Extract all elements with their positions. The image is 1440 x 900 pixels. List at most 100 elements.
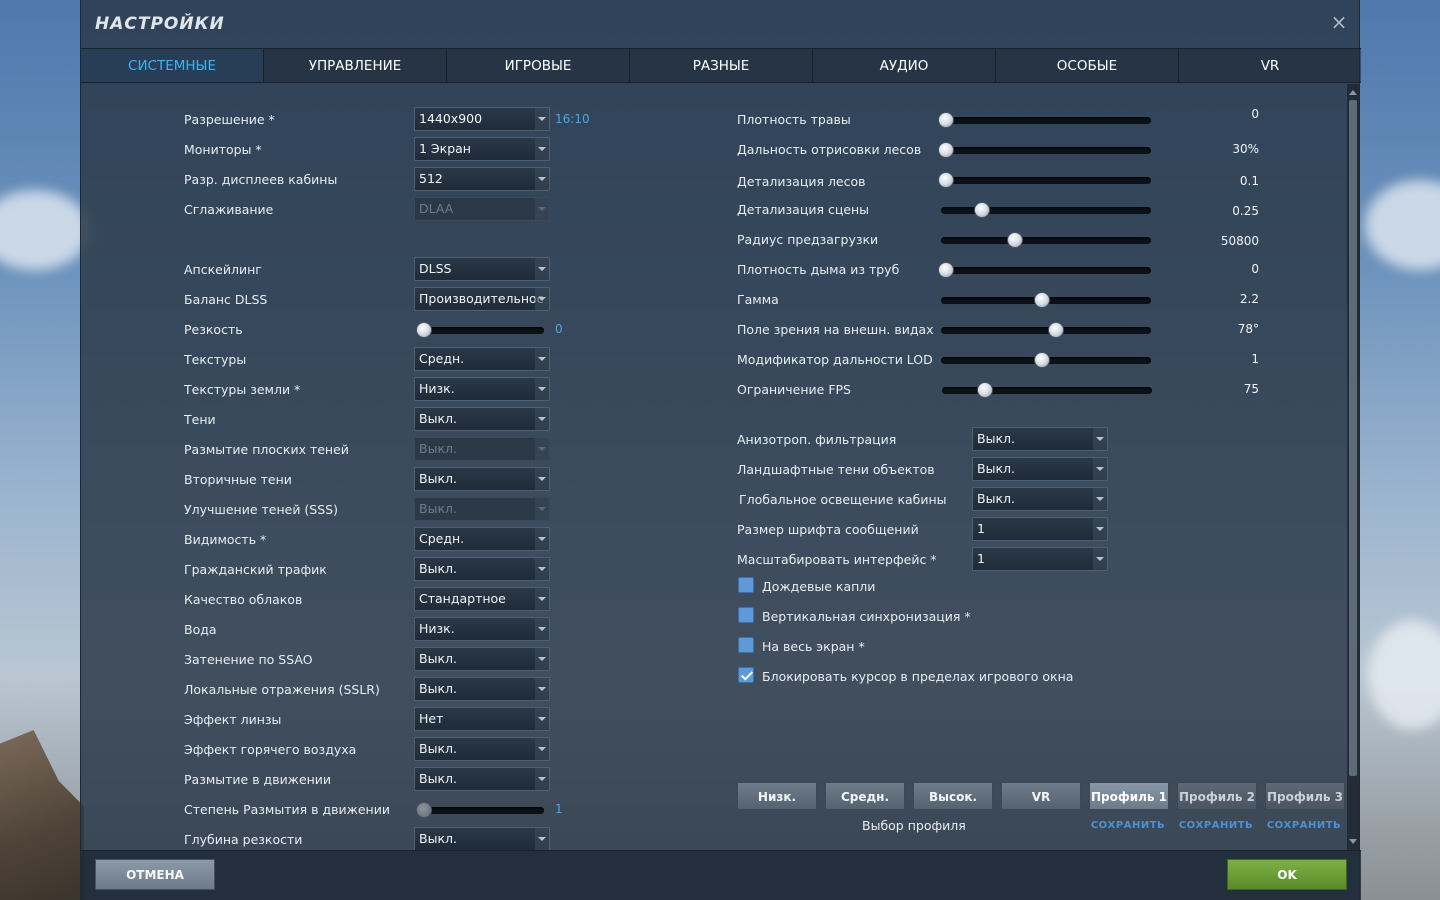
chevron-down-icon xyxy=(535,588,549,610)
slider-thumb[interactable] xyxy=(416,322,432,338)
secondary-shadows-dropdown[interactable]: Выкл. xyxy=(414,467,550,491)
upscaling-dropdown[interactable]: DLSS xyxy=(414,257,550,281)
tab-special[interactable]: ОСОБЫЕ xyxy=(996,49,1179,82)
tab-misc[interactable]: РАЗНЫЕ xyxy=(630,49,813,82)
forest-detail-slider[interactable] xyxy=(938,172,1151,188)
scrollbar-thumb[interactable] xyxy=(1349,100,1357,776)
cancel-button[interactable]: ОТМЕНА xyxy=(95,859,215,890)
ok-button[interactable]: OK xyxy=(1227,859,1347,890)
shadows-label: Тени xyxy=(184,412,216,427)
preset-vr-button[interactable]: VR xyxy=(1001,782,1081,810)
anisotropic-dropdown[interactable]: Выкл. xyxy=(972,427,1108,451)
clouds-dropdown[interactable]: Стандартное xyxy=(414,587,550,611)
lock-cursor-checkbox[interactable] xyxy=(738,667,754,683)
chimney-smoke-slider[interactable] xyxy=(938,262,1151,278)
profile-2-save-link[interactable]: СОХРАНИТЬ xyxy=(1176,820,1256,831)
lod-modifier-slider[interactable] xyxy=(941,352,1151,368)
forest-distance-slider[interactable] xyxy=(938,142,1151,158)
sslr-dropdown[interactable]: Выкл. xyxy=(414,677,550,701)
preset-low-button[interactable]: Низк. xyxy=(737,782,817,810)
sharpness-label: Резкость xyxy=(184,322,243,337)
slider-thumb[interactable] xyxy=(938,112,954,128)
rain-drops-checkbox[interactable] xyxy=(738,577,754,593)
upscaling-label: Апскейлинг xyxy=(184,262,262,277)
slider-thumb[interactable] xyxy=(974,202,990,218)
fov-value: 78° xyxy=(1237,322,1259,336)
slider-thumb[interactable] xyxy=(938,262,954,278)
sharpness-slider[interactable] xyxy=(416,322,544,338)
forest-detail-value: 0.1 xyxy=(1239,174,1259,188)
profile-2-button[interactable]: Профиль 2 xyxy=(1177,782,1257,810)
close-icon[interactable]: × xyxy=(1329,12,1349,32)
water-dropdown[interactable]: Низк. xyxy=(414,617,550,641)
shadows-dropdown[interactable]: Выкл. xyxy=(414,407,550,431)
chevron-down-icon xyxy=(535,348,549,370)
chevron-down-icon xyxy=(535,528,549,550)
tab-gameplay[interactable]: ИГРОВЫЕ xyxy=(447,49,630,82)
footer-bar: ОТМЕНА OK xyxy=(81,850,1361,900)
window-title: НАСТРОЙКИ xyxy=(95,14,225,34)
content-scrollbar[interactable] xyxy=(1347,84,1359,850)
preset-high-button[interactable]: Высок. xyxy=(913,782,993,810)
grass-density-slider[interactable] xyxy=(938,112,1151,128)
heat-blur-label: Эффект горячего воздуха xyxy=(184,742,357,757)
background-cloud xyxy=(1368,620,1440,730)
dof-dropdown[interactable]: Выкл. xyxy=(414,827,550,851)
slider-thumb[interactable] xyxy=(1007,232,1023,248)
fullscreen-checkbox[interactable] xyxy=(738,637,754,653)
heat-blur-dropdown[interactable]: Выкл. xyxy=(414,737,550,761)
terrain-textures-label: Текстуры земли * xyxy=(184,382,301,397)
slider-thumb[interactable] xyxy=(1048,322,1064,338)
visibility-label: Видимость * xyxy=(184,532,267,547)
antialiasing-dropdown: DLAA xyxy=(414,197,550,221)
slider-thumb[interactable] xyxy=(938,142,954,158)
dlss-balance-dropdown[interactable]: Производительнос xyxy=(414,287,550,311)
motion-blur-dropdown[interactable]: Выкл. xyxy=(414,767,550,791)
civil-traffic-dropdown[interactable]: Выкл. xyxy=(414,557,550,581)
tab-vr[interactable]: VR xyxy=(1179,49,1361,82)
tab-audio[interactable]: АУДИО xyxy=(813,49,996,82)
tab-controls[interactable]: УПРАВЛЕНИЕ xyxy=(264,49,447,82)
lod-modifier-value: 1 xyxy=(1251,352,1259,366)
chevron-down-icon xyxy=(1093,548,1107,570)
chevron-down-icon xyxy=(535,618,549,640)
profile-3-button[interactable]: Профиль 3 xyxy=(1265,782,1345,810)
textures-label: Текстуры xyxy=(184,352,247,367)
settings-content: Разрешение * 1440x900 16:10 Мониторы * 1… xyxy=(81,84,1361,851)
scene-detail-slider[interactable] xyxy=(941,202,1151,218)
resolution-dropdown[interactable]: 1440x900 xyxy=(414,107,550,131)
profile-1-save-link[interactable]: СОХРАНИТЬ xyxy=(1088,820,1168,831)
ssao-label: Затенение по SSAO xyxy=(184,652,313,667)
scroll-up-icon[interactable] xyxy=(1349,90,1357,95)
monitors-dropdown[interactable]: 1 Экран xyxy=(414,137,550,161)
forest-detail-label: Детализация лесов xyxy=(737,174,866,189)
sss-label: Улучшение теней (SSS) xyxy=(184,502,338,517)
preset-medium-button[interactable]: Средн. xyxy=(825,782,905,810)
scroll-down-icon[interactable] xyxy=(1349,839,1357,844)
chevron-down-icon xyxy=(535,138,549,160)
gamma-slider[interactable] xyxy=(941,292,1151,308)
preload-radius-slider[interactable] xyxy=(941,232,1151,248)
visibility-dropdown[interactable]: Средн. xyxy=(414,527,550,551)
slider-thumb[interactable] xyxy=(938,172,954,188)
cockpit-gi-dropdown[interactable]: Выкл. xyxy=(972,487,1108,511)
profile-3-save-link[interactable]: СОХРАНИТЬ xyxy=(1264,820,1344,831)
slider-thumb[interactable] xyxy=(1034,352,1050,368)
ssao-dropdown[interactable]: Выкл. xyxy=(414,647,550,671)
tab-system[interactable]: СИСТЕМНЫЕ xyxy=(81,49,264,82)
profile-1-button[interactable]: Профиль 1 xyxy=(1089,782,1169,810)
message-font-size-dropdown[interactable]: 1 xyxy=(972,517,1108,541)
terrain-textures-dropdown[interactable]: Низк. xyxy=(414,377,550,401)
textures-dropdown[interactable]: Средн. xyxy=(414,347,550,371)
lens-dropdown[interactable]: Нет xyxy=(414,707,550,731)
flat-shadow-blur-label: Размытие плоских теней xyxy=(184,442,349,457)
slider-thumb[interactable] xyxy=(977,382,993,398)
vsync-checkbox[interactable] xyxy=(738,607,754,623)
landscape-shadows-dropdown[interactable]: Выкл. xyxy=(972,457,1108,481)
slider-thumb[interactable] xyxy=(1034,292,1050,308)
ui-scale-dropdown[interactable]: 1 xyxy=(972,547,1108,571)
cockpit-res-dropdown[interactable]: 512 xyxy=(414,167,550,191)
fov-slider[interactable] xyxy=(941,322,1151,338)
fps-limit-slider[interactable] xyxy=(942,382,1152,398)
grass-density-value: 0 xyxy=(1251,107,1259,121)
